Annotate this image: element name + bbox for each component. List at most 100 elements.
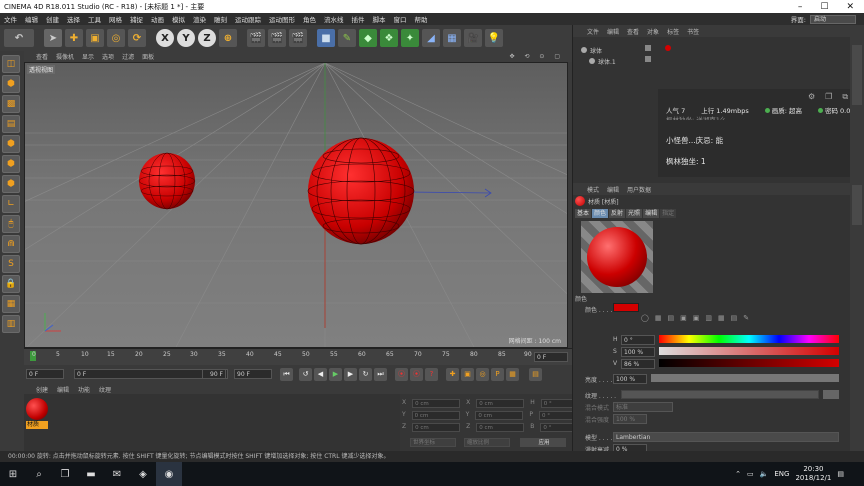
menu-edit[interactable]: 编辑: [25, 14, 38, 24]
viewport-menu-display[interactable]: 显示: [82, 52, 94, 61]
tweak-mode-button[interactable]: 🖰: [2, 215, 20, 233]
coord-size-y-field[interactable]: 0 cm: [475, 411, 524, 420]
axis-y-button[interactable]: Y: [177, 29, 195, 47]
scale-button[interactable]: ▣: [86, 29, 104, 47]
move-button[interactable]: ✚: [65, 29, 83, 47]
object-row[interactable]: 球体: [581, 45, 691, 55]
goto-start-button[interactable]: ⏮: [280, 367, 293, 381]
mix-strength-field[interactable]: 100 %: [613, 414, 647, 424]
coord-mode-world-dropdown[interactable]: 世界坐标: [410, 438, 456, 447]
object-row[interactable]: 球体.1: [589, 56, 699, 66]
popout-icon[interactable]: ⧉: [842, 92, 848, 102]
material-menu-edit[interactable]: 编辑: [57, 385, 69, 394]
task-view-button[interactable]: ❐: [52, 462, 78, 486]
mail-button[interactable]: ✉: [104, 462, 130, 486]
menu-mograph[interactable]: 运动图形: [269, 14, 295, 24]
axis-mode-button[interactable]: ∟: [2, 195, 20, 213]
key-scale-button[interactable]: ▣: [461, 367, 474, 381]
key-position-button[interactable]: ✚: [446, 367, 459, 381]
settings-icon[interactable]: ⚙: [808, 92, 815, 102]
interface-dropdown[interactable]: 启动: [810, 14, 856, 24]
timeline-window-button[interactable]: ▤: [529, 367, 542, 381]
saturation-slider[interactable]: [659, 347, 839, 355]
store-button[interactable]: ◈: [130, 462, 156, 486]
brightness-field[interactable]: 100 %: [613, 374, 647, 384]
windows-start-button[interactable]: ⊞: [0, 462, 26, 486]
mix-mode-dropdown[interactable]: 标准: [613, 402, 673, 412]
menu-select[interactable]: 选择: [67, 14, 80, 24]
workplane-button[interactable]: ▤: [2, 115, 20, 133]
coord-size-x-field[interactable]: 0 cm: [476, 399, 525, 408]
planar-workplane-button[interactable]: ▦: [2, 295, 20, 313]
copy-icon[interactable]: ❐: [825, 92, 832, 102]
material-menu-create[interactable]: 创建: [36, 385, 48, 394]
maximize-button[interactable]: ☐: [820, 2, 828, 12]
next-key-button[interactable]: ↻: [359, 367, 372, 381]
value-slider[interactable]: [659, 359, 839, 367]
floor-button[interactable]: ▦: [443, 29, 461, 47]
object-menu-tags[interactable]: 标签: [667, 27, 679, 36]
axis-x-button[interactable]: X: [156, 29, 174, 47]
material-swatch[interactable]: 材质: [26, 398, 48, 432]
menu-render[interactable]: 渲染: [193, 14, 206, 24]
coord-pos-x-field[interactable]: 0 cm: [412, 399, 461, 408]
axis-z-button[interactable]: Z: [198, 29, 216, 47]
notifications-icon[interactable]: ▤: [837, 470, 844, 479]
coordinate-system-button[interactable]: ⊕: [219, 29, 237, 47]
material-tag-icon[interactable]: [665, 45, 671, 51]
visibility-toggle-icon[interactable]: [645, 45, 651, 51]
visibility-toggle-icon[interactable]: [645, 56, 651, 62]
volume-icon[interactable]: 🔈: [760, 470, 769, 479]
menu-character[interactable]: 角色: [303, 14, 316, 24]
goto-end-button[interactable]: ⏭: [374, 367, 387, 381]
play-button[interactable]: ▶: [329, 367, 342, 381]
key-pla-button[interactable]: ▦: [506, 367, 519, 381]
menu-sculpt[interactable]: 雕刻: [214, 14, 227, 24]
layer-button[interactable]: ▥: [2, 315, 20, 333]
keyframe-selection-button[interactable]: ?: [425, 367, 438, 381]
key-parameter-button[interactable]: P: [491, 367, 504, 381]
timeline-frame-field[interactable]: 0 F: [534, 352, 568, 362]
menu-motion-tracking[interactable]: 运动跟踪: [235, 14, 261, 24]
hue-slider[interactable]: [659, 335, 839, 343]
viewport-menu-camera[interactable]: 摄像机: [56, 52, 74, 61]
menu-simulate[interactable]: 模拟: [172, 14, 185, 24]
viewport-menu-filter[interactable]: 过滤: [122, 52, 134, 61]
object-menu-file[interactable]: 文件: [587, 27, 599, 36]
menu-file[interactable]: 文件: [4, 14, 17, 24]
side-tab-objects[interactable]: [852, 45, 862, 105]
prev-frame-button[interactable]: ◀: [314, 367, 327, 381]
coord-pos-z-field[interactable]: 0 cm: [412, 423, 461, 432]
search-button[interactable]: ⌕: [26, 462, 52, 486]
camera-button[interactable]: 🎥: [464, 29, 482, 47]
perspective-viewport[interactable]: 透视视图 网格间距 : 100 cm: [24, 62, 568, 348]
max-frame-field[interactable]: 90 F: [234, 369, 272, 379]
object-menu-view[interactable]: 查看: [627, 27, 639, 36]
brightness-slider[interactable]: [651, 374, 839, 382]
viewport-nav-icons[interactable]: ✥ ⟲ ⊙ ▢: [510, 53, 572, 60]
recent-tool-button[interactable]: ⟳: [128, 29, 146, 47]
light-button[interactable]: 💡: [485, 29, 503, 47]
timeline-ruler[interactable]: 0 5 10 15 20 25 30 35 40 45 50 55 60 65 …: [24, 348, 572, 365]
object-menu-bookmarks[interactable]: 书签: [687, 27, 699, 36]
attr-tab-color[interactable]: 颜色: [592, 209, 609, 218]
menu-plugins[interactable]: 插件: [352, 14, 365, 24]
rotate-button[interactable]: ◎: [107, 29, 125, 47]
menu-create[interactable]: 创建: [46, 14, 59, 24]
soft-selection-button[interactable]: S: [2, 255, 20, 273]
close-button[interactable]: ✕: [846, 2, 854, 12]
render-picture-viewer-button[interactable]: 🎬: [268, 29, 286, 47]
menu-tools[interactable]: 工具: [88, 14, 101, 24]
attr-tab-assign[interactable]: 指定: [660, 209, 677, 218]
attr-menu-userdata[interactable]: 用户数据: [627, 185, 651, 194]
sphere-large[interactable]: [307, 137, 415, 245]
attr-tab-editor[interactable]: 编辑: [643, 209, 660, 218]
color-picker-modes[interactable]: ◯ ▦ ▤ ▣ ▣ ▥ ▦ ▤ ✎: [641, 314, 781, 324]
value-field[interactable]: 86 %: [621, 359, 655, 369]
snap-button[interactable]: ⋒: [2, 235, 20, 253]
start-frame-field[interactable]: 0 F: [26, 369, 64, 379]
viewport-menu-panel[interactable]: 面板: [142, 52, 154, 61]
record-button[interactable]: ⦿: [395, 367, 408, 381]
material-menu-function[interactable]: 功能: [78, 385, 90, 394]
side-tab-attributes[interactable]: [852, 185, 862, 225]
